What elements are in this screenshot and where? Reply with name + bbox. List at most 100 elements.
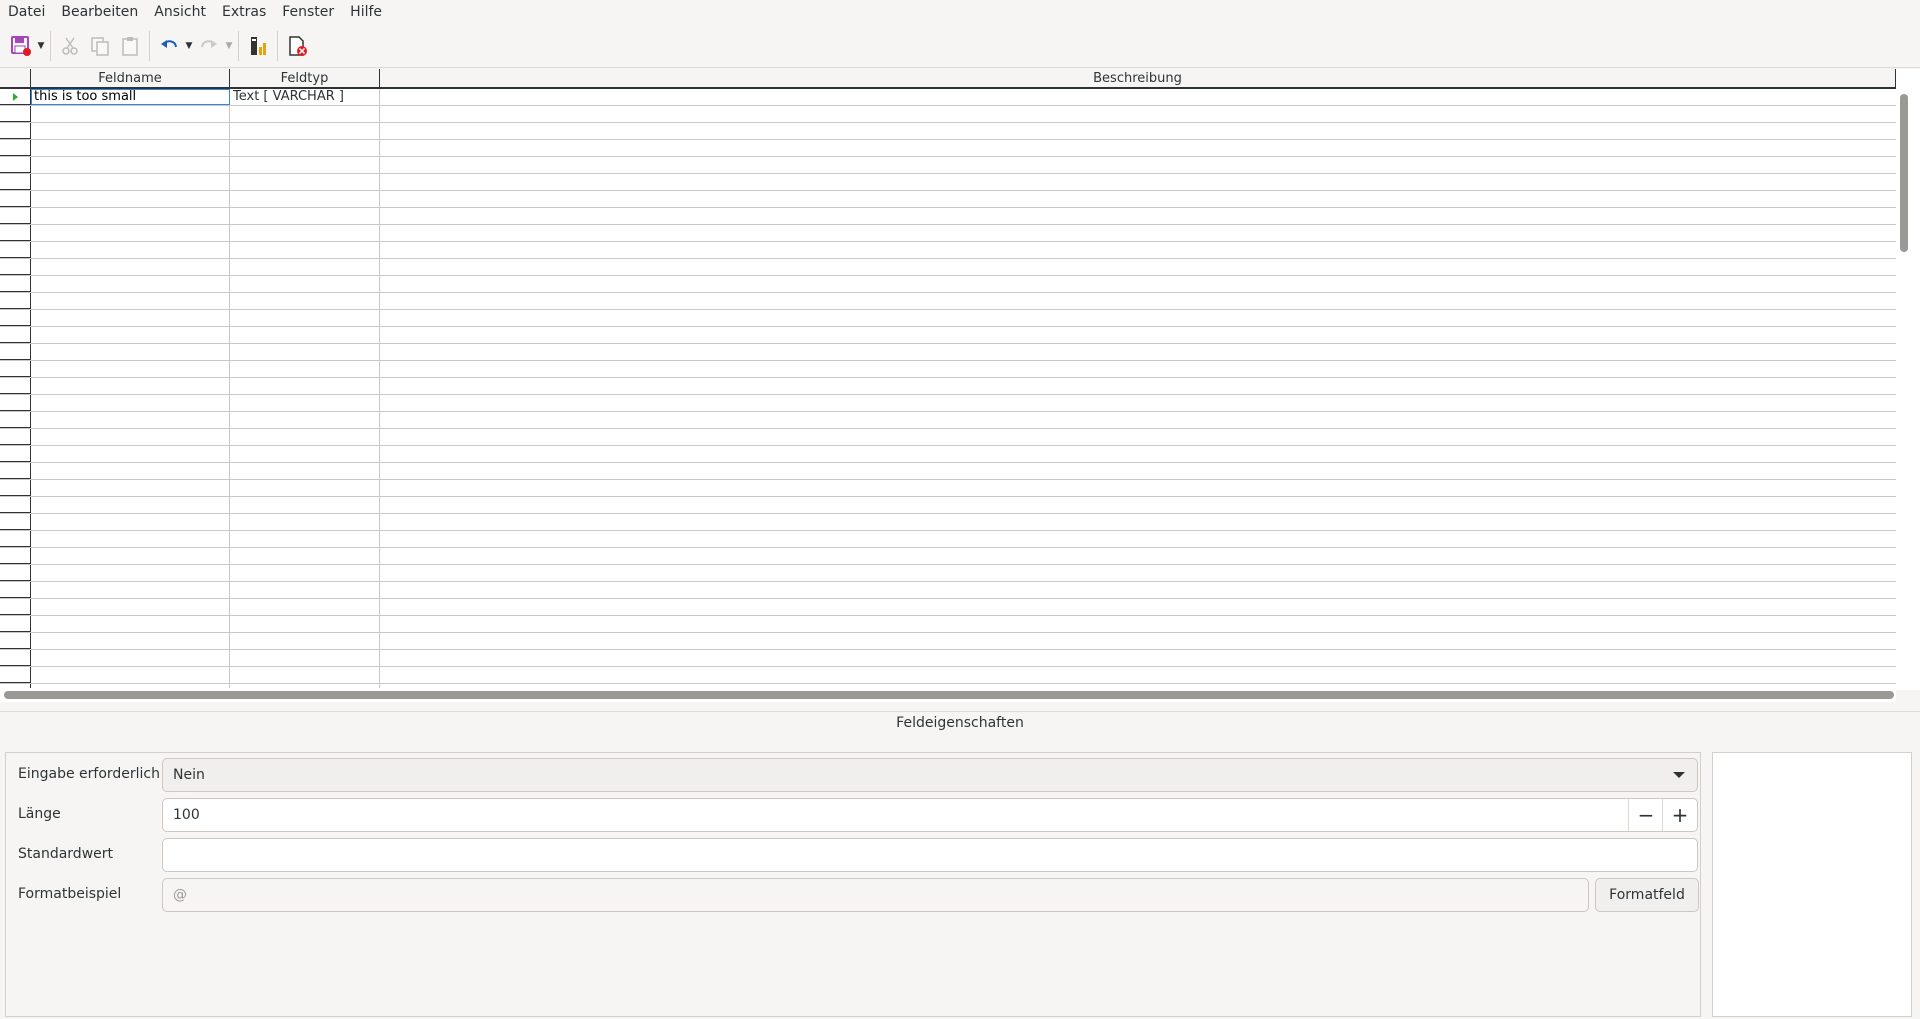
table-row[interactable]: [0, 208, 1896, 225]
row-header[interactable]: [0, 463, 31, 479]
row-header[interactable]: [0, 344, 31, 360]
row-header[interactable]: [0, 497, 31, 513]
table-cell[interactable]: [380, 548, 1896, 564]
table-cell[interactable]: [380, 191, 1896, 207]
menu-extras[interactable]: Extras: [214, 0, 274, 24]
table-cell[interactable]: [380, 276, 1896, 292]
table-cell[interactable]: [230, 548, 380, 564]
row-header[interactable]: [0, 650, 31, 666]
table-cell[interactable]: [380, 310, 1896, 326]
table-row[interactable]: [0, 344, 1896, 361]
table-cell[interactable]: [31, 123, 230, 139]
table-cell[interactable]: [31, 259, 230, 275]
table-row[interactable]: [0, 616, 1896, 633]
table-row[interactable]: [0, 395, 1896, 412]
table-cell[interactable]: [230, 327, 380, 343]
menu-hilfe[interactable]: Hilfe: [342, 0, 390, 24]
row-header[interactable]: [0, 633, 31, 649]
table-cell[interactable]: [230, 259, 380, 275]
table-cell[interactable]: [31, 293, 230, 309]
decrease-button[interactable]: −: [1628, 799, 1663, 831]
table-row[interactable]: [0, 174, 1896, 191]
table-cell[interactable]: [380, 259, 1896, 275]
table-cell[interactable]: [380, 327, 1896, 343]
table-row[interactable]: [0, 548, 1896, 565]
table-row[interactable]: [0, 259, 1896, 276]
table-cell[interactable]: [380, 463, 1896, 479]
menu-datei[interactable]: Datei: [0, 0, 53, 24]
table-cell[interactable]: [230, 225, 380, 241]
table-cell[interactable]: [230, 140, 380, 156]
table-row[interactable]: [0, 123, 1896, 140]
table-cell[interactable]: [230, 429, 380, 445]
column-header-feldtyp[interactable]: Feldtyp: [230, 69, 380, 87]
splitter[interactable]: [0, 702, 1920, 712]
table-cell[interactable]: [31, 633, 230, 649]
table-cell[interactable]: [230, 650, 380, 666]
table-cell[interactable]: [380, 106, 1896, 122]
table-cell[interactable]: [31, 106, 230, 122]
table-cell[interactable]: [230, 361, 380, 377]
table-cell[interactable]: [380, 174, 1896, 190]
undo-dropdown[interactable]: ▼: [184, 29, 194, 63]
redo-button[interactable]: [194, 29, 224, 63]
table-cell[interactable]: [31, 378, 230, 394]
table-cell[interactable]: [230, 565, 380, 581]
row-header[interactable]: [0, 123, 31, 139]
row-header[interactable]: [0, 242, 31, 258]
table-cell[interactable]: [31, 140, 230, 156]
table-row[interactable]: [0, 599, 1896, 616]
table-row[interactable]: [0, 463, 1896, 480]
table-row[interactable]: [0, 140, 1896, 157]
table-cell[interactable]: [380, 378, 1896, 394]
row-header[interactable]: [0, 667, 31, 683]
table-cell[interactable]: [380, 208, 1896, 224]
table-cell[interactable]: [380, 242, 1896, 258]
row-header[interactable]: [0, 310, 31, 326]
row-header[interactable]: [0, 412, 31, 428]
table-cell[interactable]: [31, 344, 230, 360]
table-row[interactable]: [0, 106, 1896, 123]
length-spinbutton[interactable]: 100 − +: [162, 798, 1698, 832]
menu-bearbeiten[interactable]: Bearbeiten: [53, 0, 146, 24]
row-header[interactable]: [0, 548, 31, 564]
table-cell[interactable]: [230, 514, 380, 530]
table-row[interactable]: [0, 633, 1896, 650]
row-header[interactable]: [0, 582, 31, 598]
table-cell[interactable]: [31, 582, 230, 598]
vertical-scrollbar-thumb[interactable]: [1900, 94, 1908, 252]
table-cell[interactable]: [380, 446, 1896, 462]
row-header[interactable]: [0, 531, 31, 547]
index-design-button[interactable]: [243, 29, 273, 63]
table-row[interactable]: [0, 446, 1896, 463]
table-cell[interactable]: [380, 599, 1896, 615]
table-cell[interactable]: [230, 191, 380, 207]
table-row[interactable]: [0, 412, 1896, 429]
table-cell[interactable]: [380, 123, 1896, 139]
table-cell[interactable]: [31, 327, 230, 343]
row-header[interactable]: [0, 616, 31, 632]
row-header[interactable]: [0, 225, 31, 241]
row-header[interactable]: [0, 327, 31, 343]
table-cell[interactable]: [31, 565, 230, 581]
table-row[interactable]: [0, 242, 1896, 259]
table-cell[interactable]: [230, 616, 380, 632]
table-cell[interactable]: [230, 293, 380, 309]
table-cell[interactable]: [230, 395, 380, 411]
row-header[interactable]: [0, 378, 31, 394]
table-cell[interactable]: [380, 344, 1896, 360]
table-cell[interactable]: [380, 650, 1896, 666]
row-header[interactable]: [0, 276, 31, 292]
table-cell[interactable]: [230, 378, 380, 394]
row-header[interactable]: [0, 106, 31, 122]
row-header[interactable]: [0, 429, 31, 445]
table-cell[interactable]: [380, 361, 1896, 377]
table-cell[interactable]: [230, 106, 380, 122]
menu-ansicht[interactable]: Ansicht: [146, 0, 214, 24]
table-row[interactable]: [0, 565, 1896, 582]
row-header[interactable]: [0, 208, 31, 224]
table-cell[interactable]: [31, 395, 230, 411]
table-cell[interactable]: [31, 480, 230, 496]
close-document-button[interactable]: [282, 29, 312, 63]
table-row[interactable]: [0, 327, 1896, 344]
